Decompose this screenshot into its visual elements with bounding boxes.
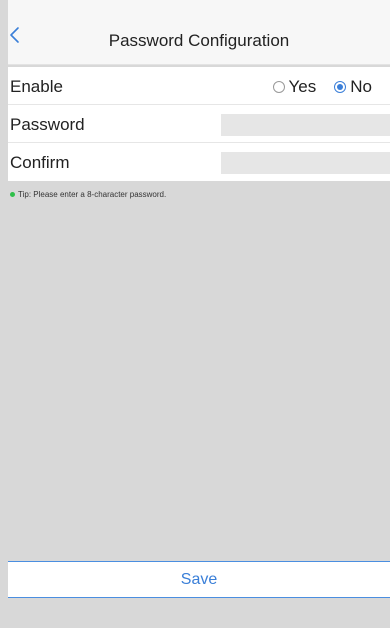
enable-radio-group: Yes No: [255, 77, 372, 97]
enable-row: Enable Yes No: [8, 67, 390, 105]
save-button[interactable]: Save: [8, 561, 390, 598]
radio-checked-icon: [334, 81, 347, 93]
tip-text: Tip: Please enter a 8-character password…: [18, 190, 167, 199]
tip-message: Tip: Please enter a 8-character password…: [8, 190, 166, 199]
enable-no-radio[interactable]: No: [334, 77, 372, 97]
header: Password Configuration: [8, 0, 390, 65]
page-title: Password Configuration: [108, 31, 290, 50]
enable-no-label: No: [350, 77, 372, 96]
confirm-password-field[interactable]: [221, 152, 390, 174]
password-row: Password: [8, 105, 390, 143]
confirm-label: Confirm: [10, 153, 70, 172]
enable-label: Enable: [10, 77, 63, 96]
screen: Password Configuration Enable Yes No Pas…: [8, 0, 390, 628]
enable-yes-radio[interactable]: Yes: [272, 77, 317, 97]
confirm-row: Confirm: [8, 143, 390, 181]
password-field[interactable]: [221, 114, 390, 136]
enable-yes-label: Yes: [288, 77, 317, 96]
save-label: Save: [180, 571, 218, 588]
settings-form: Enable Yes No Password Confirm: [8, 67, 390, 181]
password-label: Password: [10, 115, 85, 134]
radio-unchecked-icon: [272, 81, 285, 93]
status-dot-icon: [10, 192, 15, 197]
